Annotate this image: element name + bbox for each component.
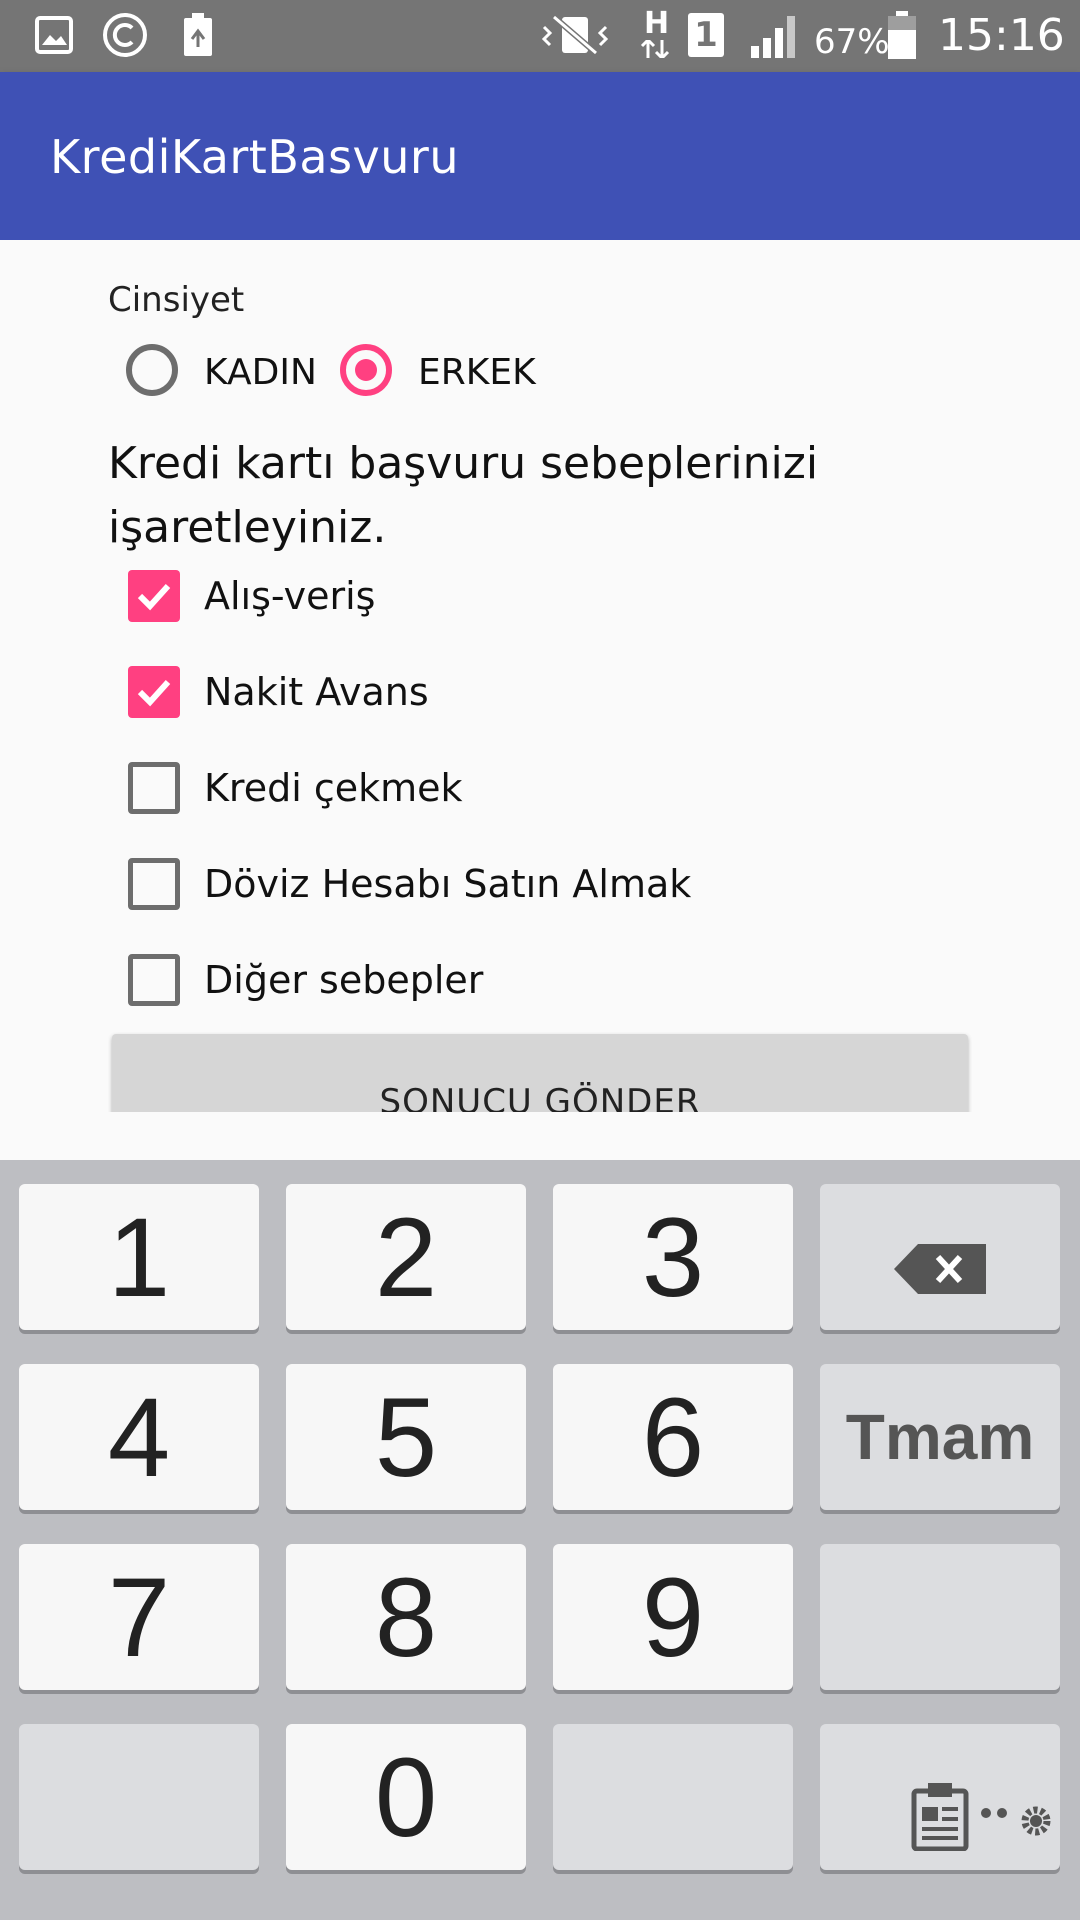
vibrate-icon: [540, 12, 610, 58]
status-bar: H 1 67% 15:16: [0, 0, 1080, 72]
reasons-question: Kredi kartı başvuru sebeplerinizi işaret…: [108, 438, 819, 553]
key-5[interactable]: 5: [286, 1364, 526, 1510]
checkbox-alisveris[interactable]: [128, 570, 180, 622]
checkbox-kredi-cekmek[interactable]: [128, 762, 180, 814]
key-clipboard[interactable]: [820, 1724, 1060, 1870]
checkbox-doviz[interactable]: [128, 858, 180, 910]
battery-percent: 67%: [814, 22, 890, 62]
radio-erkek[interactable]: [340, 344, 392, 396]
key-6[interactable]: 6: [553, 1364, 793, 1510]
checkbox-alisveris-label[interactable]: Alış-veriş: [204, 574, 375, 618]
checkbox-diger-label[interactable]: Diğer sebepler: [204, 958, 483, 1002]
battery-icon: [886, 11, 918, 59]
key-blank-middle[interactable]: [553, 1724, 793, 1870]
key-blank-right[interactable]: [820, 1544, 1060, 1690]
key-4[interactable]: 4: [19, 1364, 259, 1510]
checkbox-doviz-label[interactable]: Döviz Hesabı Satın Almak: [204, 862, 691, 906]
settings-icon[interactable]: [980, 1734, 1056, 1863]
clipboard-icon: [910, 1748, 970, 1877]
key-8[interactable]: 8: [286, 1544, 526, 1690]
clock: 15:16: [938, 10, 1065, 61]
radio-erkek-label[interactable]: ERKEK: [418, 352, 536, 393]
checkbox-kredi-cekmek-label[interactable]: Kredi çekmek: [204, 766, 463, 810]
sim-1-icon: 1: [686, 12, 726, 58]
key-1[interactable]: 1: [19, 1184, 259, 1330]
recycle-icon: [180, 12, 216, 58]
key-blank-left[interactable]: [19, 1724, 259, 1870]
checkbox-nakit-avans-label[interactable]: Nakit Avans: [204, 670, 429, 714]
signal-icon: [748, 12, 804, 58]
radio-kadin[interactable]: [126, 344, 178, 396]
key-9[interactable]: 9: [553, 1544, 793, 1690]
key-done[interactable]: Tmam: [820, 1364, 1060, 1510]
backspace-icon: [894, 1193, 986, 1322]
key-7[interactable]: 7: [19, 1544, 259, 1690]
key-3[interactable]: 3: [553, 1184, 793, 1330]
gender-label: Cinsiyet: [108, 280, 245, 320]
app-title: KrediKartBasvuru: [50, 130, 459, 184]
app-bar: KrediKartBasvuru: [0, 72, 1080, 240]
submit-button-label: SONUCU GÖNDER: [379, 1082, 701, 1112]
copyright-icon: [100, 12, 150, 58]
network-h-icon: H: [638, 6, 672, 58]
checkbox-nakit-avans[interactable]: [128, 666, 180, 718]
radio-kadin-label[interactable]: KADIN: [204, 352, 317, 393]
gallery-icon: [32, 12, 76, 58]
numeric-keyboard: 1 2 3 4 5 6 Tmam 7 8 9 0: [0, 1160, 1080, 1920]
form-content: Cinsiyet KADIN ERKEK Kredi kartı başvuru…: [0, 240, 1080, 1112]
key-0[interactable]: 0: [286, 1724, 526, 1870]
submit-button[interactable]: SONUCU GÖNDER: [112, 1034, 968, 1112]
checkbox-diger[interactable]: [128, 954, 180, 1006]
key-backspace[interactable]: [820, 1184, 1060, 1330]
key-2[interactable]: 2: [286, 1184, 526, 1330]
